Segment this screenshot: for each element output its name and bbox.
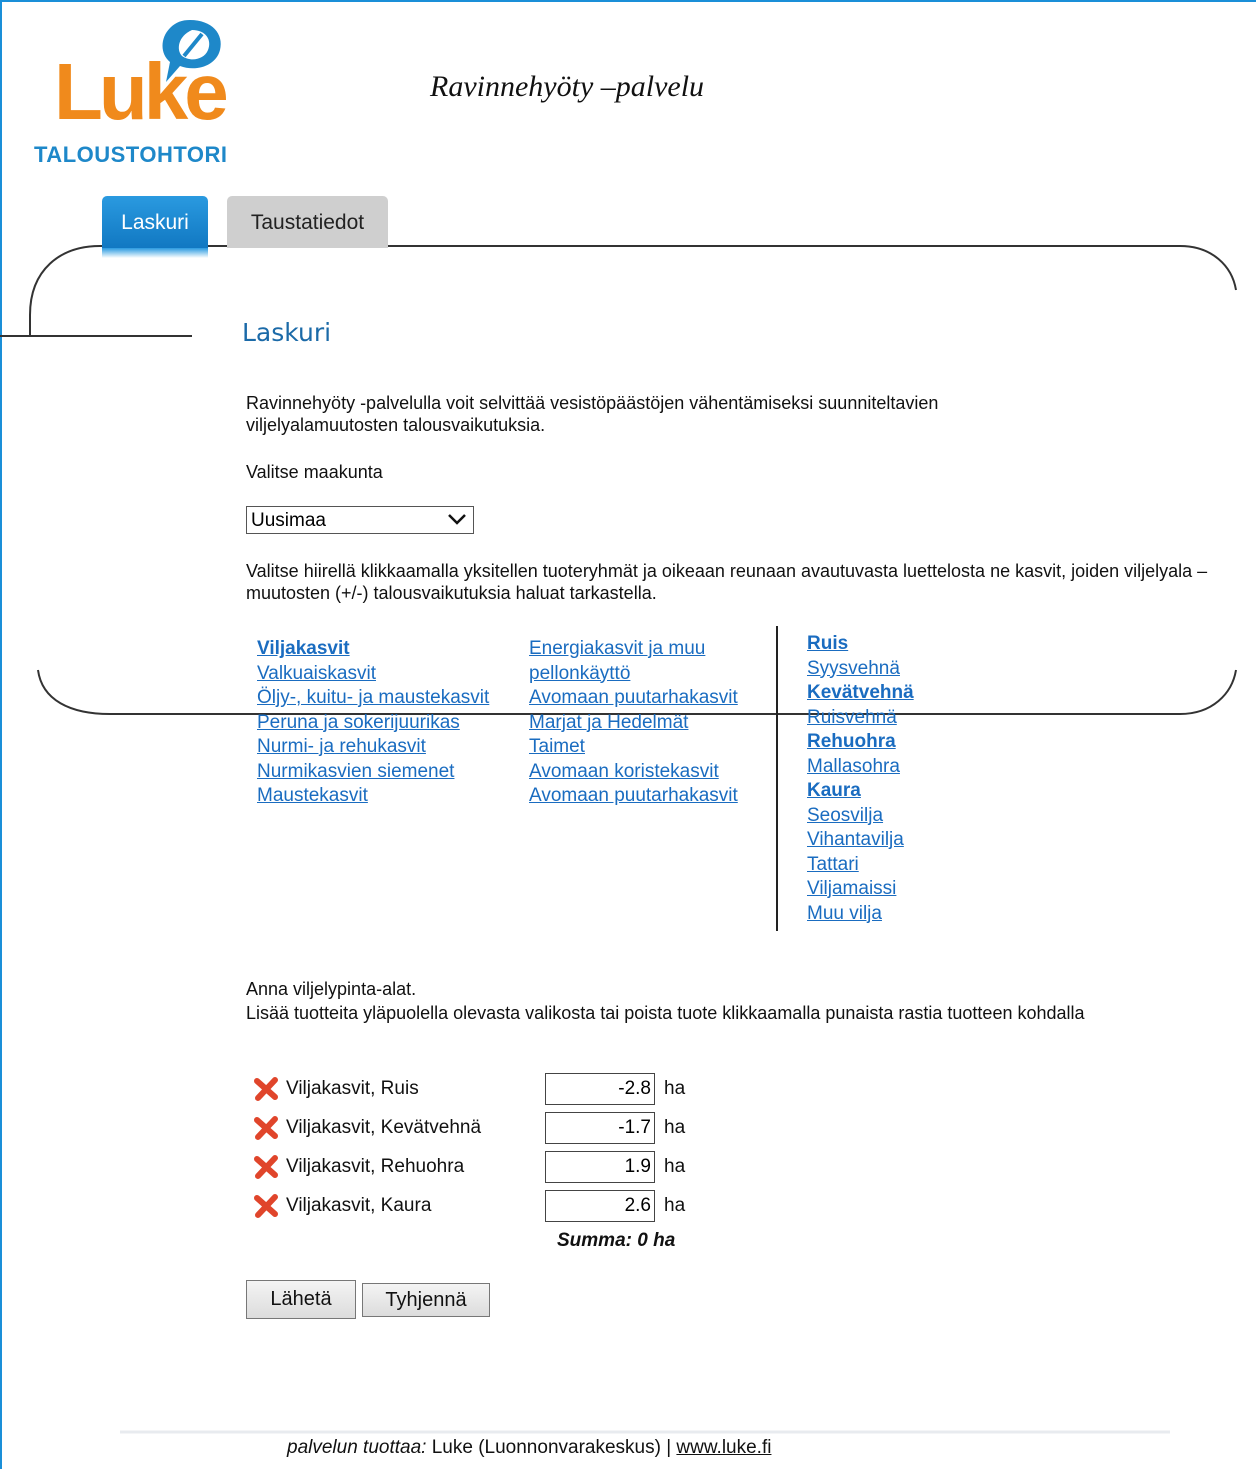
area-instruction-line1: Anna viljelypinta-alat. [246, 979, 417, 999]
tab-laskuri[interactable]: Laskuri [102, 196, 208, 258]
send-button[interactable]: Lähetä [246, 1280, 356, 1319]
unit-label: ha [664, 1078, 686, 1099]
group-link-avomaan-puutarhakasvit[interactable]: Avomaan puutarhakasvit [529, 686, 738, 711]
product-row: Viljakasvit, Rehuohra [252, 1151, 464, 1183]
group-link-nurmikasvien-siemenet[interactable]: Nurmikasvien siemenet [257, 760, 489, 785]
crop-list: Ruis Syysvehnä Kevätvehnä Ruisvehnä Rehu… [807, 632, 914, 926]
column-divider [776, 626, 778, 931]
group-link-pellonkaytto[interactable]: pellonkäyttö [529, 662, 738, 687]
crop-link-seosvilja[interactable]: Seosvilja [807, 804, 914, 829]
product-groups-column-1: Viljakasvit Valkuaiskasvit Öljy-, kuitu-… [257, 637, 489, 809]
crop-link-vihantavilja[interactable]: Vihantavilja [807, 828, 914, 853]
unit-label: ha [664, 1117, 686, 1138]
crop-link-mallasohra[interactable]: Mallasohra [807, 755, 914, 780]
area-input-kaura[interactable] [545, 1190, 655, 1222]
group-link-energiakasvit[interactable]: Energiakasvit ja muu [529, 637, 738, 662]
crop-link-kaura[interactable]: Kaura [807, 779, 914, 804]
remove-x-icon[interactable] [252, 1192, 280, 1220]
product-row: Viljakasvit, Ruis [252, 1073, 419, 1105]
region-label: Valitse maakunta [246, 462, 383, 482]
tab-taustatiedot[interactable]: Taustatiedot [227, 196, 388, 248]
group-link-oljy-kuitu-maustekasvit[interactable]: Öljy-, kuitu- ja maustekasvit [257, 686, 489, 711]
group-link-viljakasvit[interactable]: Viljakasvit [257, 637, 489, 662]
product-row-label: Viljakasvit, Kevätvehnä [286, 1117, 482, 1138]
remove-x-icon[interactable] [252, 1153, 280, 1181]
frame-top-border [0, 0, 1256, 2]
product-row-label: Viljakasvit, Kaura [286, 1195, 432, 1216]
product-row: Viljakasvit, Kevätvehnä [252, 1112, 481, 1144]
footer-producer: Luke (Luonnonvarakeskus) | [426, 1437, 677, 1458]
crop-link-ruisvehna[interactable]: Ruisvehnä [807, 706, 914, 731]
crop-link-kevatvehna[interactable]: Kevätvehnä [807, 681, 914, 706]
remove-x-icon[interactable] [252, 1114, 280, 1142]
product-row: Viljakasvit, Kaura [252, 1190, 431, 1222]
service-title: Ravinnehyöty –palvelu [430, 70, 705, 103]
area-input-ruis[interactable] [545, 1073, 655, 1105]
group-link-valkuaiskasvit[interactable]: Valkuaiskasvit [257, 662, 489, 687]
logo-subtitle: TALOUSTOHTORI [34, 142, 228, 167]
clear-button[interactable]: Tyhjennä [362, 1283, 490, 1317]
group-link-taimet[interactable]: Taimet [529, 735, 738, 760]
group-link-avomaan-puutarhakasvit-2[interactable]: Avomaan puutarhakasvit [529, 784, 738, 809]
footer-luke-link[interactable]: www.luke.fi [676, 1437, 771, 1458]
crop-link-syysvehna[interactable]: Syysvehnä [807, 657, 914, 682]
group-link-marjat-hedelmat[interactable]: Marjat ja Hedelmät [529, 711, 738, 736]
logo-wordmark: Luke [54, 47, 229, 136]
crop-link-ruis[interactable]: Ruis [807, 632, 914, 657]
crop-link-tattari[interactable]: Tattari [807, 853, 914, 878]
group-link-peruna-sokerijuurikas[interactable]: Peruna ja sokerijuurikas [257, 711, 489, 736]
instructions-text: Valitse hiirellä klikkaamalla yksitellen… [246, 561, 1208, 603]
footer: palvelun tuottaa: Luke (Luonnonvarakesku… [287, 1437, 771, 1459]
crop-link-viljamaissi[interactable]: Viljamaissi [807, 877, 914, 902]
luke-logo: Luke TALOUSTOHTORI [34, 16, 234, 171]
area-input-rehuohra[interactable] [545, 1151, 655, 1183]
group-link-nurmi-rehukasvit[interactable]: Nurmi- ja rehukasvit [257, 735, 489, 760]
product-row-label: Viljakasvit, Ruis [286, 1078, 419, 1099]
crop-link-rehuohra[interactable]: Rehuohra [807, 730, 914, 755]
area-input-kevatvehna[interactable] [545, 1112, 655, 1144]
product-row-label: Viljakasvit, Rehuohra [286, 1156, 465, 1177]
area-sum: Summa: 0 ha [557, 1230, 676, 1251]
intro-text: Ravinnehyöty -palvelulla voit selvittää … [246, 393, 939, 435]
unit-label: ha [664, 1156, 686, 1177]
footer-producer-label: palvelun tuottaa: [287, 1437, 427, 1458]
unit-label: ha [664, 1195, 686, 1216]
region-select[interactable]: Uusimaa [246, 506, 474, 534]
page-heading: Laskuri [242, 318, 332, 347]
group-link-avomaan-koristekasvit[interactable]: Avomaan koristekasvit [529, 760, 738, 785]
crop-link-muu-vilja[interactable]: Muu vilja [807, 902, 914, 927]
product-groups-column-2: Energiakasvit ja muu pellonkäyttö Avomaa… [529, 637, 738, 809]
remove-x-icon[interactable] [252, 1075, 280, 1103]
group-link-maustekasvit[interactable]: Maustekasvit [257, 784, 489, 809]
area-instruction-line2: Lisää tuotteita yläpuolella olevasta val… [246, 1003, 1085, 1023]
